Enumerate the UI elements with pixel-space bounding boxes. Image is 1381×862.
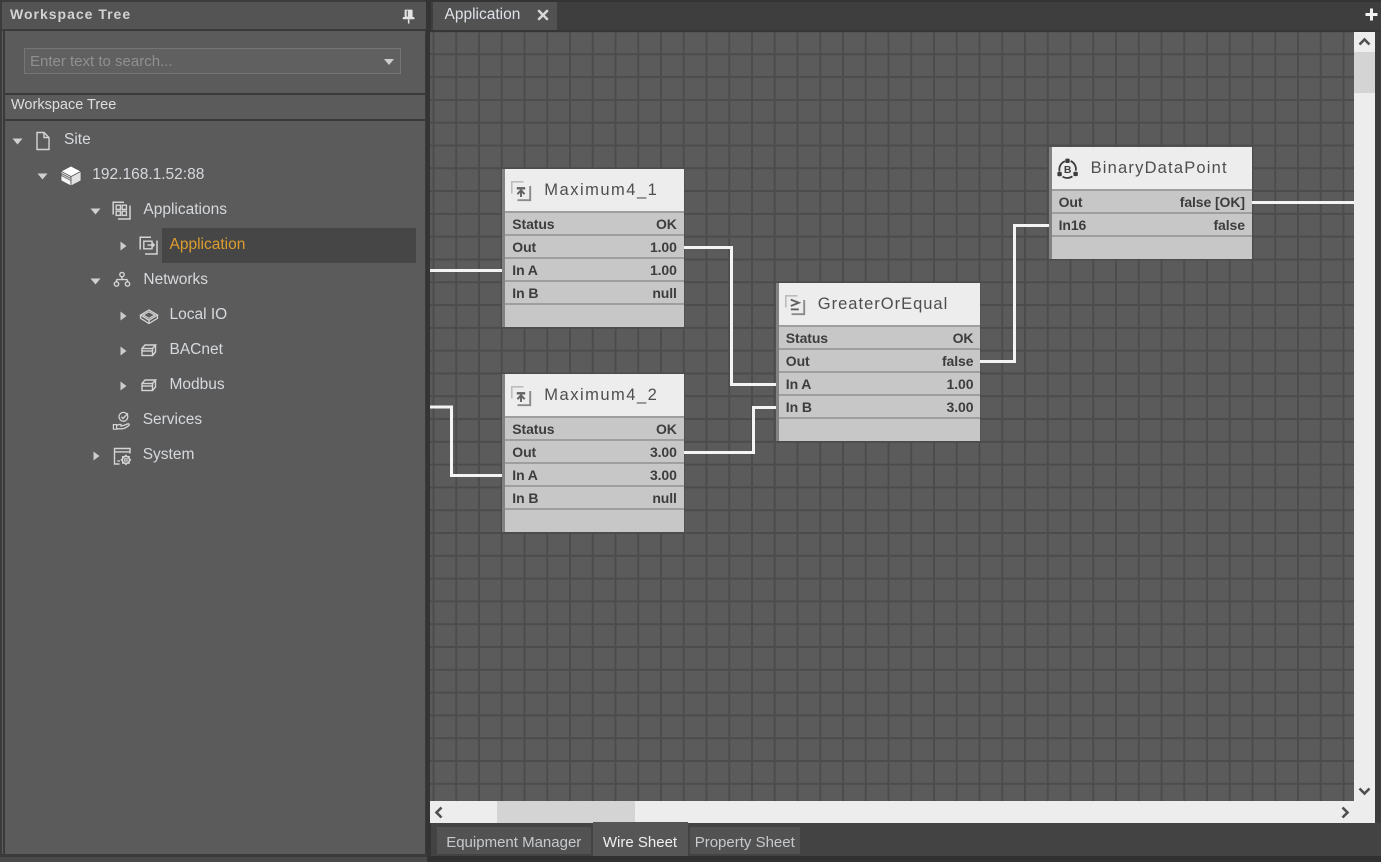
svg-text:B: B bbox=[1063, 164, 1071, 176]
